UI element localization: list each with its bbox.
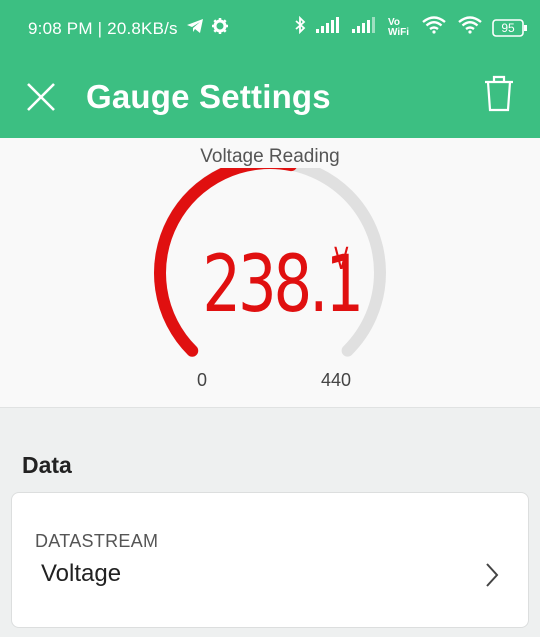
close-icon [27, 83, 55, 111]
wifi-icon [458, 16, 482, 39]
gauge-min-label: 0 [197, 370, 208, 390]
app-bar: Gauge Settings [0, 62, 540, 138]
datastream-selector[interactable]: DATASTREAM Voltage [11, 492, 529, 628]
page-title: Gauge Settings [86, 78, 331, 115]
signal-strength-icon-2 [352, 17, 378, 38]
vowifi-icon: Vo WiFi [388, 16, 410, 38]
signal-strength-icon-1 [316, 17, 342, 38]
data-section-heading: Data [22, 452, 72, 478]
datastream-label: DATASTREAM [35, 531, 159, 551]
chevron-right-icon [486, 563, 499, 587]
gauge-title: Voltage Reading [200, 146, 340, 167]
settings-gear-icon [211, 18, 228, 39]
battery-icon: 95 [492, 18, 528, 37]
gauge-value-display: 238.1 V [180, 240, 364, 330]
trash-icon [485, 75, 513, 112]
status-bar: 9:08 PM | 20.8KB/s Vo WiFi 95 [0, 0, 540, 62]
status-right: Vo WiFi 95 [294, 15, 528, 39]
delete-button[interactable] [482, 74, 516, 114]
gauge-preview[interactable]: Voltage Reading 238.1 V 0 440 [0, 138, 540, 408]
battery-level: 95 [501, 20, 515, 35]
status-left: 9:08 PM | 20.8KB/s [28, 18, 228, 39]
bluetooth-icon [294, 15, 306, 39]
status-time-speed: 9:08 PM | 20.8KB/s [28, 18, 178, 38]
gauge-max-label: 440 [321, 370, 352, 390]
datastream-value: Voltage [41, 560, 122, 587]
close-button[interactable] [24, 80, 58, 114]
gauge-unit: V [334, 242, 349, 277]
telegram-icon [186, 18, 204, 39]
wifi-calling-icon [422, 16, 448, 39]
